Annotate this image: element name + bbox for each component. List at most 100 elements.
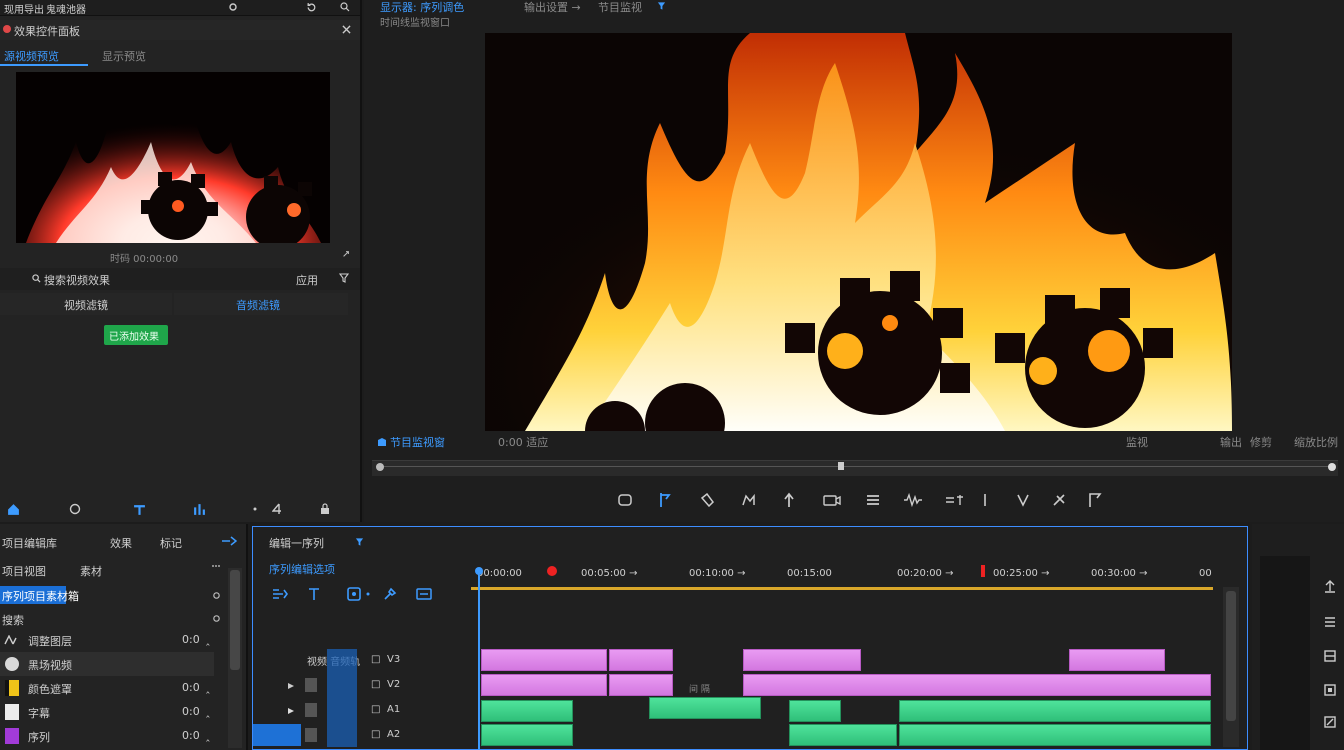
monitor-option-b[interactable]: 输出 [1220, 434, 1242, 450]
video-clip[interactable] [609, 674, 673, 696]
source-video-preview[interactable] [16, 72, 330, 243]
track-lock-toggle[interactable] [305, 678, 317, 692]
output-menu[interactable]: 输出设置 → [524, 0, 581, 15]
scrubber-end-handle[interactable] [1328, 463, 1336, 471]
linked-selection-icon[interactable] [305, 585, 323, 603]
expand-icon[interactable] [340, 248, 352, 260]
sort-icon[interactable] [210, 612, 222, 624]
lift-icon[interactable] [780, 491, 798, 509]
work-area-bar[interactable] [471, 587, 1213, 590]
video-clip[interactable] [743, 649, 861, 671]
list-tool-icon[interactable] [1322, 614, 1338, 630]
add-marker-icon[interactable] [345, 585, 363, 603]
filter-funnel-icon[interactable] [656, 0, 666, 12]
captions-icon[interactable] [415, 585, 433, 603]
more-options-icon[interactable] [210, 560, 222, 572]
track-icon-toggle[interactable]: □ [371, 729, 380, 740]
snap-icon[interactable] [271, 585, 289, 603]
tab-library[interactable]: 库 [46, 535, 57, 551]
audio-clip[interactable] [649, 697, 761, 719]
effect-added-button[interactable]: 已添加效果 [104, 325, 168, 345]
video-clip[interactable] [609, 649, 673, 671]
timeline-ruler[interactable]: 00:00:00 00:05:00 → 00:10:00 → 00:15:00 … [471, 563, 1213, 593]
export-icon[interactable] [1086, 491, 1104, 509]
track-icon-toggle[interactable]: □ [371, 704, 380, 715]
track-icon-toggle[interactable]: □ [371, 654, 380, 665]
video-clip[interactable] [743, 674, 1211, 696]
export-frame-icon[interactable] [1322, 714, 1338, 730]
cut-icon[interactable] [1050, 491, 1068, 509]
audio-clip[interactable] [789, 724, 897, 746]
refresh-icon[interactable] [304, 0, 318, 14]
panel-menu-icon[interactable] [220, 535, 238, 547]
tab-source-preview[interactable]: 源视频预览 [4, 48, 59, 64]
mark-in-icon[interactable] [656, 491, 674, 509]
audio-wave-icon[interactable] [902, 491, 924, 509]
program-menu[interactable]: 节目监视 [598, 0, 642, 15]
playhead-line[interactable] [478, 575, 480, 750]
timeline-vertical-scrollbar[interactable] [1223, 587, 1239, 747]
video-filter-column[interactable]: 视频滤镜 [0, 293, 172, 315]
project-item-color-matte[interactable]: 颜色遮罩 0:0 ‸ [0, 676, 226, 700]
filter-icon[interactable] [338, 272, 350, 284]
audio-clip[interactable] [789, 700, 841, 722]
project-filter[interactable]: 搜索 [2, 612, 24, 628]
scrubber-start-handle[interactable] [376, 463, 384, 471]
grid-tool-icon[interactable] [1322, 648, 1338, 664]
audio-clip[interactable] [899, 700, 1211, 722]
selected-bin[interactable]: 序列项目素材箱 [0, 586, 79, 604]
apply-link[interactable]: 应用 [296, 272, 318, 288]
project-item-title[interactable]: 字幕 0:0 ‸ [0, 700, 226, 724]
tab-project-edit[interactable]: 项目编辑 [2, 535, 46, 551]
project-item-sequence[interactable]: 序列 0:0 ‸ [0, 724, 226, 748]
program-scrubber[interactable] [372, 460, 1338, 476]
audio-filter-column[interactable]: 音频滤镜 [174, 293, 348, 315]
audio-clip[interactable] [481, 724, 573, 746]
timeline-scroll-thumb[interactable] [1226, 591, 1236, 721]
home-icon[interactable] [6, 502, 20, 516]
tab-markers[interactable]: 标记 [160, 535, 182, 551]
sync-icon[interactable] [68, 502, 82, 516]
track-expand-icon[interactable] [285, 705, 297, 717]
monitor-option-d[interactable]: 缩放比例 [1294, 434, 1338, 450]
in-point-marker[interactable] [981, 565, 985, 577]
track-lock-toggle[interactable] [305, 728, 317, 742]
video-clip[interactable] [481, 649, 607, 671]
project-scrollbar[interactable] [228, 568, 242, 748]
settings-icon[interactable] [226, 0, 240, 14]
camera-icon[interactable] [822, 491, 842, 509]
program-video-frame[interactable] [485, 33, 1232, 431]
levels-icon[interactable] [192, 502, 206, 516]
link-icon[interactable] [944, 491, 966, 509]
marker-icon[interactable] [978, 491, 992, 509]
menu-icon[interactable] [864, 491, 882, 509]
close-icon[interactable] [340, 23, 352, 35]
effect-search-input[interactable]: 搜索视频效果 [44, 272, 110, 288]
project-item-black-video[interactable]: 黑场视频 [0, 652, 214, 676]
playhead-marker[interactable] [838, 462, 844, 470]
timeline-filter-icon[interactable] [353, 536, 365, 548]
number-icon[interactable] [270, 502, 284, 516]
playhead-handle[interactable] [475, 567, 483, 575]
lock-icon[interactable] [318, 502, 332, 516]
tab-ghost[interactable]: 鬼魂池器 [46, 1, 86, 16]
trim-icon[interactable] [1014, 491, 1032, 509]
track-expand-icon[interactable] [285, 680, 297, 692]
track-lock-toggle[interactable] [305, 703, 317, 717]
video-clip[interactable] [1069, 649, 1165, 671]
monitor-option-c[interactable]: 修剪 [1250, 434, 1272, 450]
audio-clip[interactable] [481, 700, 573, 722]
project-item-adjustment[interactable]: 调整图层 0:0 ‸ [0, 628, 226, 652]
tab-display-preview[interactable]: 显示预览 [102, 48, 146, 64]
record-marker-icon[interactable] [547, 566, 557, 576]
razor-icon[interactable] [698, 491, 716, 509]
play-head-icon[interactable] [376, 436, 388, 448]
step-back-icon[interactable] [616, 491, 634, 509]
title-tool-icon[interactable] [132, 502, 146, 516]
video-clip[interactable] [481, 674, 607, 696]
ripple-icon[interactable] [740, 491, 758, 509]
track-icon-toggle[interactable]: □ [371, 679, 380, 690]
project-scroll-thumb[interactable] [230, 570, 240, 670]
monitor-option-a[interactable]: 监视 [1126, 434, 1148, 450]
tab-export[interactable]: 现用导出 [4, 1, 44, 16]
